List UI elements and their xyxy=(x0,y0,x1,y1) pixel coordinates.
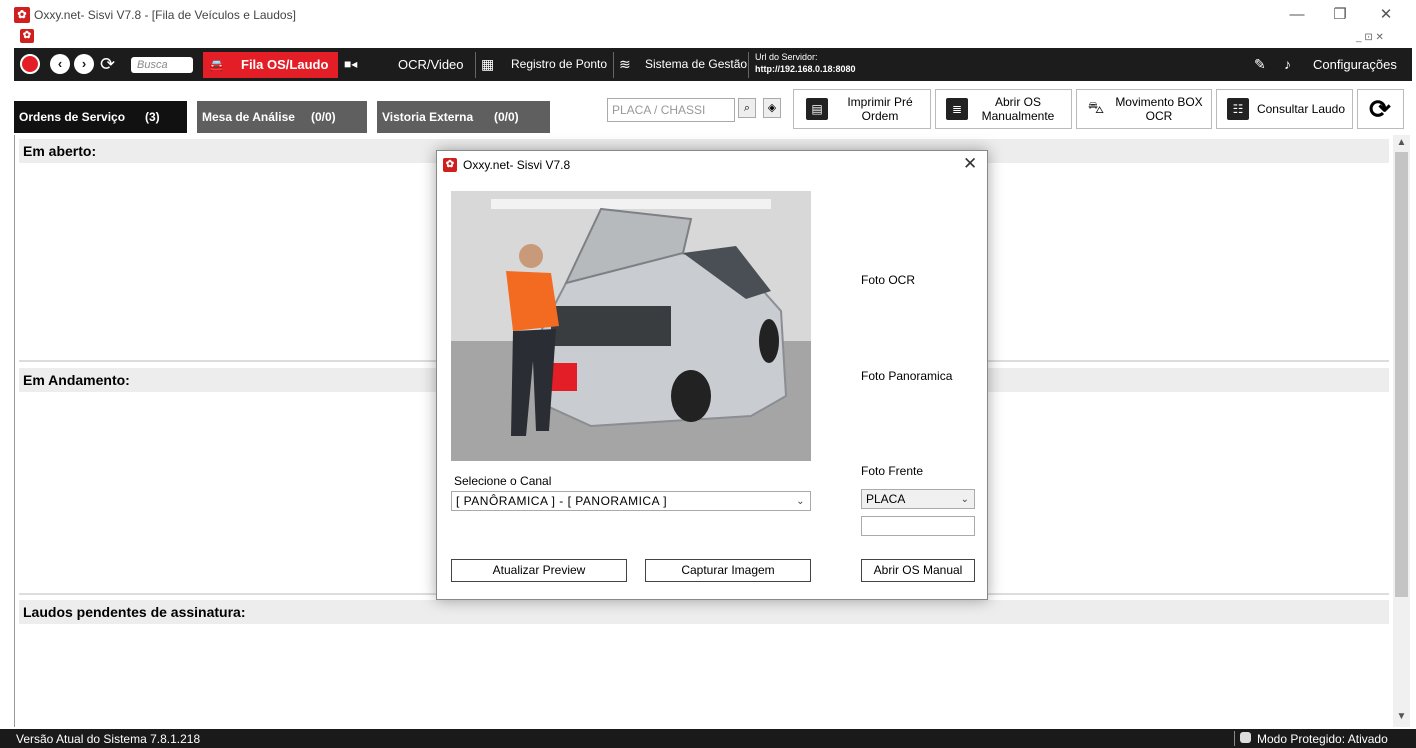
tab-sistema-gestao[interactable]: Sistema de Gestão xyxy=(645,48,747,81)
tab-count: (0/0) xyxy=(494,110,519,124)
search-icon[interactable]: ⌕ xyxy=(738,98,756,118)
canal-label: Selecione o Canal xyxy=(454,474,552,488)
lock-icon xyxy=(1240,732,1251,743)
tab-fila-label: Fila OS/Laudo xyxy=(241,57,329,72)
tab-label: Mesa de Análise xyxy=(202,110,295,124)
minimize-button[interactable]: — xyxy=(1277,4,1317,26)
edit-icon[interactable]: ✎ xyxy=(1254,48,1266,81)
canal-select[interactable]: [ PANÔRAMICA ] - [ PANORAMICA ] ⌄ xyxy=(451,491,811,511)
tab-vistoria-externa[interactable]: Vistoria Externa (0/0) xyxy=(377,101,550,133)
chevron-down-icon: ⌄ xyxy=(960,494,969,505)
tab-registro-ponto[interactable]: Registro de Ponto xyxy=(511,48,607,81)
forward-icon[interactable]: › xyxy=(74,54,94,74)
home-logo-icon[interactable] xyxy=(20,54,40,74)
toolbar-divider xyxy=(475,52,476,78)
restore-button[interactable]: ❐ xyxy=(1320,4,1360,26)
vertical-scrollbar[interactable]: ▲ ▼ xyxy=(1393,135,1410,727)
bell-icon[interactable]: ♪ xyxy=(1284,48,1291,81)
imprimir-pre-ordem-button[interactable]: ▤ Imprimir Pré Ordem xyxy=(793,89,931,129)
foto-frente-label: Foto Frente xyxy=(861,464,924,478)
close-button[interactable]: ✕ xyxy=(1366,4,1406,26)
document-icon: ≣ xyxy=(946,98,968,120)
placa-selected-value: PLACA xyxy=(866,492,906,506)
layers-icon: ≋ xyxy=(619,56,631,72)
tab-ordens-servico[interactable]: Ordens de Serviço (3) xyxy=(14,101,187,133)
tab-mesa-analise[interactable]: Mesa de Análise (0/0) xyxy=(197,101,367,133)
consultar-laudo-button[interactable]: ☷ Consultar Laudo xyxy=(1216,89,1353,129)
mdi-window-controls[interactable]: _ ⊡ ✕ xyxy=(1356,32,1384,43)
eraser-icon[interactable]: ◈ xyxy=(763,98,781,118)
window-titlebar: ✿ Oxxy.net- Sisvi V7.8 - [Fila de Veícul… xyxy=(0,0,1416,30)
toolbar-divider xyxy=(748,52,749,78)
abrir-os-manualmente-button[interactable]: ≣ Abrir OS Manualmente xyxy=(935,89,1072,129)
back-icon[interactable]: ‹ xyxy=(50,54,70,74)
protected-mode-text: Modo Protegido: Ativado xyxy=(1257,732,1388,746)
tab-count: (0/0) xyxy=(311,110,336,124)
dialog-close-icon[interactable]: ✕ xyxy=(963,154,977,174)
refresh-icon: ⟳ xyxy=(1369,94,1391,124)
atualizar-preview-button[interactable]: Atualizar Preview xyxy=(451,559,627,582)
settings-link[interactable]: Configurações xyxy=(1313,48,1397,81)
chevron-down-icon: ⌄ xyxy=(796,496,805,507)
tab-count: (3) xyxy=(145,110,160,124)
tab-label: Vistoria Externa xyxy=(382,110,474,124)
calendar-icon: ▦ xyxy=(481,56,495,72)
video-camera-icon: ■◂ xyxy=(344,57,358,71)
scroll-thumb[interactable] xyxy=(1395,152,1408,597)
capturar-imagem-button[interactable]: Capturar Imagem xyxy=(645,559,811,582)
printer-icon: ▤ xyxy=(806,98,828,120)
camera-preview-image xyxy=(451,191,811,461)
canal-selected-value: [ PANÔRAMICA ] - [ PANORAMICA ] xyxy=(456,494,668,508)
app-logo-icon: ✿ xyxy=(14,7,30,23)
server-url-value: http://192.168.0.18:8080 xyxy=(755,64,856,74)
mdi-logo-icon: ✿ xyxy=(20,29,34,43)
abrir-os-manual-button[interactable]: Abrir OS Manual xyxy=(861,559,975,582)
consultar-label: Consultar Laudo xyxy=(1256,102,1346,116)
toolbar-divider xyxy=(613,52,614,78)
search-input[interactable]: Busca xyxy=(131,57,193,73)
section-laudos-pendentes: Laudos pendentes de assinatura: xyxy=(19,600,1389,624)
tab-label: Ordens de Serviço xyxy=(19,110,126,124)
version-text: Versão Atual do Sistema 7.8.1.218 xyxy=(16,732,201,746)
car-front-icon: ⛍ xyxy=(1085,98,1107,120)
car-icon: 🚘 xyxy=(209,58,224,72)
placa-text-input[interactable] xyxy=(861,516,975,536)
tab-ocr-video[interactable]: OCR/Video xyxy=(398,48,464,81)
refresh-list-button[interactable]: ⟳ xyxy=(1357,89,1404,129)
scroll-up-icon[interactable]: ▲ xyxy=(1393,135,1410,151)
report-search-icon: ☷ xyxy=(1227,98,1249,120)
placa-chassi-input[interactable]: PLACA / CHASSI xyxy=(607,98,735,122)
movimento-label: Movimento BOX OCR xyxy=(1115,95,1203,123)
ocr-dialog: ✿ Oxxy.net- Sisvi V7.8 ✕ Foto OCR Foto P… xyxy=(436,150,988,600)
status-divider xyxy=(1234,731,1235,746)
server-url-title: Url do Servidor: xyxy=(755,52,818,62)
movimento-box-ocr-button[interactable]: ⛍ Movimento BOX OCR xyxy=(1076,89,1212,129)
placa-type-select[interactable]: PLACA ⌄ xyxy=(861,489,975,509)
refresh-icon[interactable]: ⟳ xyxy=(100,48,115,81)
dialog-logo-icon: ✿ xyxy=(443,158,457,172)
abrir-label: Abrir OS Manualmente xyxy=(981,95,1055,123)
window-title: Oxxy.net- Sisvi V7.8 - [Fila de Veículos… xyxy=(34,8,296,22)
foto-panoramica-label: Foto Panoramica xyxy=(861,369,953,383)
imprimir-label: Imprimir Pré Ordem xyxy=(847,95,913,123)
scroll-down-icon[interactable]: ▼ xyxy=(1393,709,1410,725)
status-bar: Versão Atual do Sistema 7.8.1.218 Modo P… xyxy=(0,729,1416,748)
main-toolbar: ‹ › ⟳ Busca 🚘 Fila OS/Laudo ■◂ OCR/Video… xyxy=(14,48,1412,81)
foto-ocr-label: Foto OCR xyxy=(861,273,916,287)
tab-fila-os-laudo[interactable]: 🚘 Fila OS/Laudo xyxy=(203,52,338,78)
dialog-title: Oxxy.net- Sisvi V7.8 xyxy=(463,158,571,172)
car-inspection-illustration xyxy=(451,191,811,461)
